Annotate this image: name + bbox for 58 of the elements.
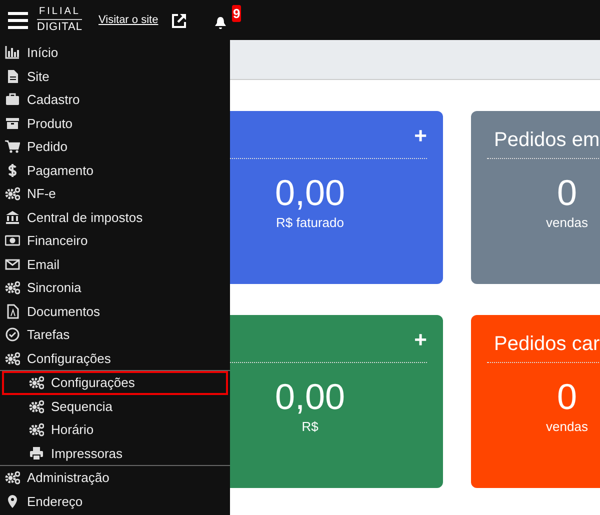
check-circle-icon [5, 327, 20, 342]
bell-icon[interactable] [214, 16, 228, 30]
card-caption: vendas [545, 418, 589, 436]
external-link-icon[interactable] [172, 12, 188, 28]
gears-icon [5, 470, 20, 486]
card-caption: R$ faturado [275, 214, 345, 232]
card-title: Pedidos car [494, 332, 600, 357]
sidebar-item[interactable]: Documentos [0, 300, 230, 323]
card-value: 0 [556, 173, 578, 213]
add-button[interactable]: + [414, 125, 427, 147]
card-caption: R$ [300, 418, 320, 436]
add-button[interactable]: + [414, 329, 427, 351]
gears-icon [29, 398, 44, 414]
logo-text: FILIAL [39, 7, 80, 17]
gears-icon [5, 186, 20, 202]
sidebar-item[interactable]: NF-e [0, 182, 230, 206]
sidebar-item[interactable]: Tarefas [0, 323, 230, 346]
sidebar-item[interactable]: Administração [0, 466, 230, 490]
archive-icon [5, 116, 20, 131]
document-icon [5, 68, 20, 84]
envelope-icon [5, 256, 20, 272]
card-value: 0,00 [274, 173, 346, 213]
sidebar-item[interactable]: Pedido [0, 135, 230, 158]
card-title: Pedidos em [494, 128, 600, 153]
gears-icon [5, 280, 20, 296]
visit-site-link[interactable]: Visitar o site [98, 12, 158, 28]
map-pin-icon [5, 494, 20, 509]
sidebar-item[interactable]: Financeiro [0, 229, 230, 252]
cart-icon [5, 139, 20, 154]
sidebar-item[interactable]: Pagamento [0, 158, 230, 182]
sidebar-item[interactable]: Início [0, 41, 230, 64]
menu-icon[interactable] [8, 12, 28, 28]
printer-icon [29, 446, 44, 461]
gears-icon [5, 350, 20, 366]
money-icon [5, 233, 20, 248]
sidebar-item[interactable]: Horário [0, 418, 230, 442]
sidebar-item[interactable]: Configurações [0, 346, 230, 370]
gears-icon [29, 375, 44, 390]
sidebar-item[interactable]: Sincronia [0, 276, 230, 300]
sidebar-item[interactable]: Endereço [0, 490, 230, 513]
card-value: 0,00 [274, 377, 346, 417]
sidebar-item[interactable]: Configurações [2, 371, 228, 394]
card-caption: vendas [545, 214, 589, 232]
notification-count: 9 [232, 5, 242, 22]
pdf-file-icon [5, 304, 20, 319]
sidebar-item[interactable]: Email [0, 252, 230, 276]
sidebar-item[interactable]: Sequencia [0, 394, 230, 418]
logo-text: DIGITAL [37, 19, 82, 33]
bank-icon [5, 210, 20, 225]
sidebar-item[interactable]: Produto [0, 112, 230, 135]
sidebar-item[interactable]: Central de impostos [0, 206, 230, 229]
card-value: 0 [556, 377, 578, 417]
chart-icon [5, 45, 20, 60]
gears-icon [29, 422, 44, 438]
sidebar-item[interactable]: Cadastro [0, 88, 230, 112]
sidebar-item[interactable]: Site [0, 64, 230, 88]
briefcase-icon [5, 92, 20, 108]
sidebar-item[interactable]: Impressoras [0, 442, 230, 465]
